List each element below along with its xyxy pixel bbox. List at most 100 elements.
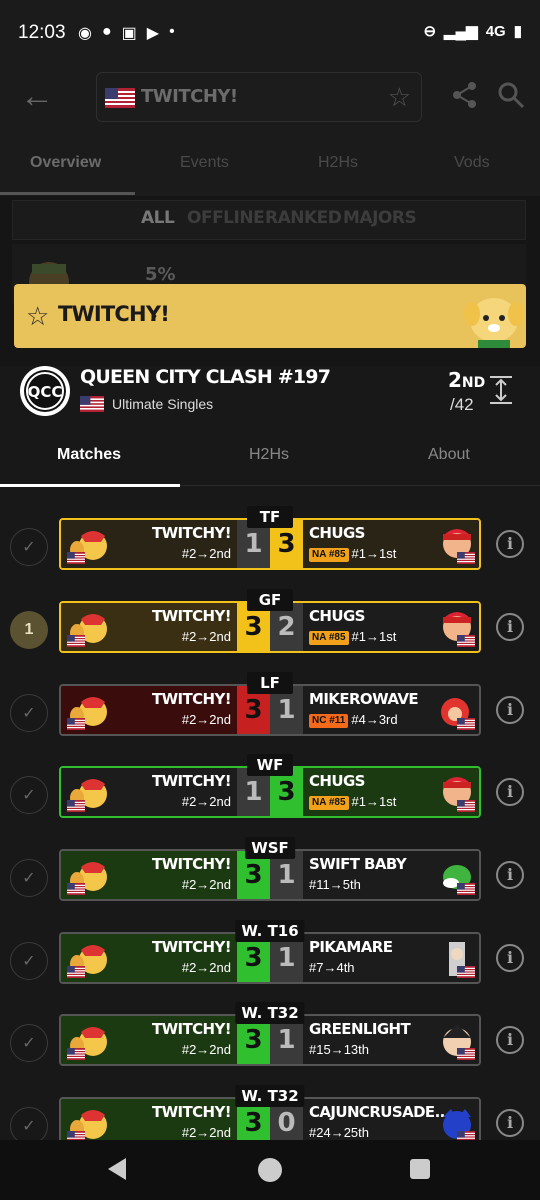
left-player: TWITCHY! #2→2nd <box>61 603 237 651</box>
filter-all[interactable]: ALL <box>141 208 175 228</box>
match-row[interactable]: 1 GF TWITCHY! #2→2nd 3 2 CHUGS NA #85 #1→… <box>0 589 540 669</box>
info-icon[interactable]: i <box>496 1109 524 1137</box>
round-label: GF <box>247 589 293 611</box>
round-label: W. T16 <box>235 920 305 942</box>
match-row[interactable]: ✓ WSF TWITCHY! #2→2nd 3 1 SWIFT BABY #11… <box>0 837 540 917</box>
info-icon[interactable]: i <box>496 944 524 972</box>
right-player-seed: #1→1st <box>351 546 397 561</box>
right-player-seed: #15→13th <box>309 1042 369 1057</box>
right-player-seed: #4→3rd <box>351 712 398 727</box>
ranking-badge: NA #85 <box>309 631 349 645</box>
top-tabs: Overview Events H2Hs Vods <box>0 130 540 196</box>
subtab-about[interactable]: About <box>428 446 470 464</box>
match-row[interactable]: ✓ WF TWITCHY! #2→2nd 1 3 CHUGS NA #85 #1→… <box>0 754 540 834</box>
nav-back-icon[interactable] <box>108 1158 126 1180</box>
right-player-name: CHUGS <box>309 524 365 542</box>
info-icon[interactable]: i <box>496 613 524 641</box>
right-player-seed: #24→25th <box>309 1125 369 1140</box>
favorite-star-icon[interactable]: ☆ <box>26 301 49 332</box>
dnd-icon: ⊖ <box>423 23 437 40</box>
info-icon[interactable]: i <box>496 778 524 806</box>
match-check-icon[interactable]: ✓ <box>10 942 48 980</box>
left-player: TWITCHY! #2→2nd <box>61 686 237 734</box>
right-player-seed-line: #24→25th <box>309 1125 369 1140</box>
search-icon[interactable] <box>496 80 526 110</box>
match-row[interactable]: ✓ LF TWITCHY! #2→2nd 3 1 MIKEROWAVE NC #… <box>0 672 540 752</box>
tab-indicator <box>0 192 135 195</box>
match-check-icon[interactable]: ✓ <box>10 1024 48 1062</box>
nav-recents-icon[interactable] <box>410 1159 430 1179</box>
left-player: TWITCHY! #2→2nd <box>61 851 237 899</box>
left-player-name: TWITCHY! <box>151 772 232 790</box>
back-arrow-icon[interactable]: ← <box>20 78 54 114</box>
event-subtitle: Ultimate Singles <box>112 396 214 412</box>
placement-number: 2 <box>448 368 462 392</box>
tab-events[interactable]: Events <box>180 154 229 172</box>
us-flag-icon <box>457 883 475 895</box>
match-check-icon[interactable]: ✓ <box>10 694 48 732</box>
tab-vods[interactable]: Vods <box>454 154 490 172</box>
right-player-seed-line: #11→5th <box>309 877 361 892</box>
filter-ranked[interactable]: RANKED <box>265 208 342 228</box>
usage-percent: 5% <box>145 264 176 285</box>
event-title: QUEEN CITY CLASH #197 <box>80 366 331 388</box>
round-label: WSF <box>245 837 295 859</box>
us-flag-icon <box>67 966 85 978</box>
chevron-right-icon: › <box>150 302 158 327</box>
tab-h2hs[interactable]: H2Hs <box>318 154 358 172</box>
left-player-seed: #2→2nd <box>181 1125 231 1140</box>
nav-home-icon[interactable] <box>258 1158 282 1182</box>
us-flag-icon <box>67 552 85 564</box>
favorite-star-icon[interactable]: ☆ <box>388 82 411 113</box>
match-row[interactable]: ✓ TF TWITCHY! #2→2nd 1 3 CHUGS NA #85 #1→… <box>0 506 540 586</box>
subtab-h2hs[interactable]: H2Hs <box>249 446 289 464</box>
info-icon[interactable]: i <box>496 530 524 558</box>
match-check-icon[interactable]: ✓ <box>10 776 48 814</box>
right-player-seed: #1→1st <box>351 794 397 809</box>
right-player-name: CHUGS <box>309 772 365 790</box>
left-player-seed: #2→2nd <box>181 877 231 892</box>
match-check-icon[interactable]: ✓ <box>10 528 48 566</box>
right-player-name: SWIFT BABY <box>309 855 407 873</box>
system-nav-bar <box>0 1140 540 1200</box>
svg-text:QCC: QCC <box>28 383 63 401</box>
share-icon[interactable] <box>450 80 480 110</box>
us-flag-icon <box>67 800 85 812</box>
left-player-name: TWITCHY! <box>151 607 232 625</box>
expand-icon[interactable] <box>488 375 514 405</box>
us-flag-icon <box>457 966 475 978</box>
filter-offline[interactable]: OFFLINE <box>187 208 265 228</box>
match-row[interactable]: ✓ W. T32 TWITCHY! #2→2nd 3 1 GREENLIGHT … <box>0 1002 540 1082</box>
left-player-name: TWITCHY! <box>151 524 232 542</box>
youtube-icon: ▶ <box>146 25 160 42</box>
right-player-seed-line: #15→13th <box>309 1042 369 1057</box>
ranking-badge: NA #85 <box>309 548 349 562</box>
filter-majors[interactable]: MAJORS <box>343 208 417 228</box>
right-player: MIKEROWAVE NC #11 #4→3rd <box>303 686 479 734</box>
right-player-seed-line: NA #85 #1→1st <box>309 546 396 562</box>
info-icon[interactable]: i <box>496 696 524 724</box>
event-subtabs: Matches H2Hs About <box>0 430 540 487</box>
match-number-badge[interactable]: 1 <box>10 611 48 649</box>
left-player-name: TWITCHY! <box>151 1020 232 1038</box>
isabelle-character-icon <box>464 298 524 348</box>
subtab-matches[interactable]: Matches <box>57 446 121 464</box>
system-icons: ⊖ ▂▄▆ 4G ▮ <box>423 22 522 41</box>
right-player: SWIFT BABY #11→5th <box>303 851 479 899</box>
info-icon[interactable]: i <box>496 861 524 889</box>
player-card[interactable]: ☆ TWITCHY! › <box>14 284 526 348</box>
match-check-icon[interactable]: ✓ <box>10 859 48 897</box>
ranking-badge: NA #85 <box>309 796 349 810</box>
tab-overview[interactable]: Overview <box>30 154 101 172</box>
left-player: TWITCHY! #2→2nd <box>61 520 237 568</box>
placement: 2ND <box>448 368 485 392</box>
right-player-seed: #11→5th <box>309 877 361 892</box>
battery-icon: ▮ <box>513 23 522 40</box>
info-icon[interactable]: i <box>496 1026 524 1054</box>
us-flag-icon <box>67 1048 85 1060</box>
player-search-box[interactable]: TWITCHY! ☆ <box>96 72 422 122</box>
match-row[interactable]: ✓ W. T16 TWITCHY! #2→2nd 3 1 PIKAMARE #7… <box>0 920 540 1000</box>
instagram-icon: ▣ <box>121 25 137 42</box>
us-flag-icon <box>67 635 85 647</box>
search-player-name: TWITCHY! <box>141 86 238 107</box>
